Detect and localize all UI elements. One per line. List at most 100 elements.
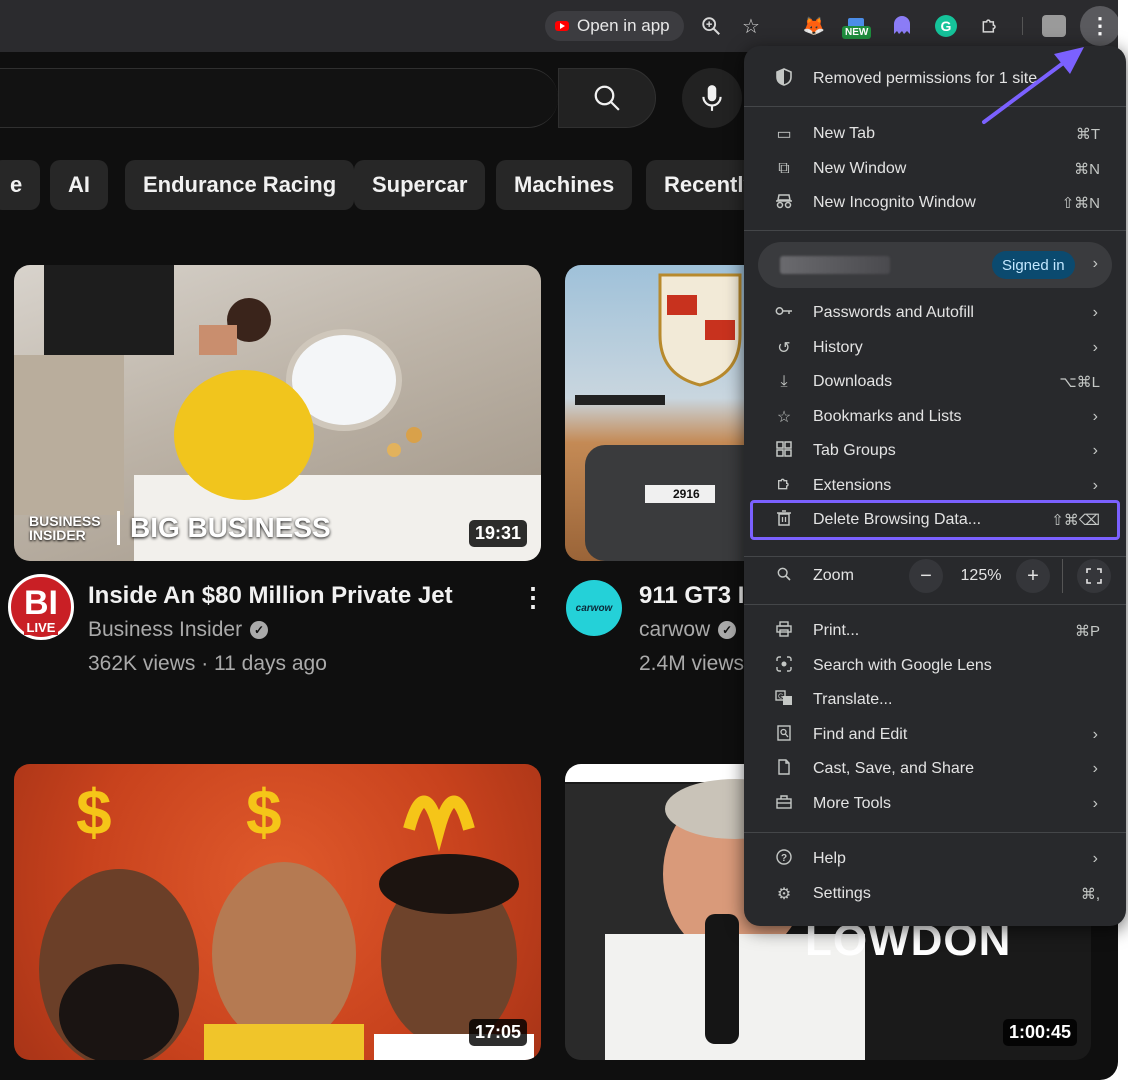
chip-filter[interactable]: e <box>0 160 41 210</box>
chevron-right-icon: › <box>1092 339 1098 356</box>
search-input[interactable] <box>0 68 558 128</box>
menu-item-passwords-autofill[interactable]: Passwords and Autofill › <box>744 296 1126 330</box>
open-in-app-button[interactable]: Open in app <box>545 11 684 41</box>
live-badge: LIVE <box>23 620 59 635</box>
menu-item-downloads[interactable]: ⤓ Downloads ⌥⌘L <box>744 365 1126 399</box>
channel-name[interactable]: carwow ✓ <box>639 618 737 642</box>
fullscreen-icon <box>1086 568 1102 584</box>
menu-kebab-icon[interactable]: ⋮ <box>1080 6 1120 46</box>
menu-item-help[interactable]: ? Help › <box>744 842 1126 876</box>
chevron-right-icon: › <box>1092 760 1098 777</box>
chevron-right-icon: › <box>1092 255 1098 272</box>
history-icon: ↺ <box>777 340 791 357</box>
video-duration: 19:31 <box>468 520 527 547</box>
bookmark-star-icon[interactable]: ☆ <box>737 12 765 40</box>
video-thumbnail[interactable]: $ $ 17:05 <box>14 764 541 1060</box>
menu-item-bookmarks-lists[interactable]: ☆ Bookmarks and Lists › <box>744 400 1126 434</box>
chrome-main-menu: Removed permissions for 1 site ▭ New Tab… <box>744 46 1126 926</box>
metamask-fox-icon[interactable]: 🦊 <box>800 12 828 40</box>
zoom-out-button[interactable]: − <box>909 559 943 593</box>
channel-name[interactable]: Business Insider ✓ <box>88 618 269 642</box>
search-button[interactable] <box>558 68 656 128</box>
video-thumbnail[interactable]: 2916 <box>565 265 765 561</box>
zoom-level: 125% <box>960 567 1002 584</box>
menu-item-cast-save-share[interactable]: Cast, Save, and Share › <box>744 752 1126 786</box>
zoom-separator <box>1062 559 1063 593</box>
new-badge: NEW <box>842 26 872 39</box>
menu-item-translate[interactable]: G Translate... <box>744 683 1126 717</box>
download-icon: ⤓ <box>780 373 788 390</box>
fullscreen-button[interactable] <box>1077 559 1111 593</box>
video-duration: 17:05 <box>468 1019 527 1046</box>
find-icon <box>774 724 794 746</box>
gear-icon: ⚙ <box>776 886 792 903</box>
menu-item-new-tab[interactable]: ▭ New Tab ⌘T <box>744 117 1126 151</box>
video-title[interactable]: Inside An $80 Million Private Jet <box>88 582 453 610</box>
chevron-right-icon: › <box>1092 442 1098 459</box>
extension-new-icon[interactable]: NEW <box>842 12 872 40</box>
microphone-icon <box>702 85 722 111</box>
chevron-right-icon: › <box>1092 726 1098 743</box>
toolbox-icon <box>774 794 794 814</box>
ghost-extension-icon[interactable] <box>888 12 916 40</box>
chip-machines[interactable]: Machines <box>496 160 633 210</box>
print-icon <box>774 620 794 642</box>
menu-item-settings[interactable]: ⚙ Settings ⌘, <box>744 877 1126 911</box>
svg-text:$: $ <box>246 776 282 848</box>
menu-item-print[interactable]: Print... ⌘P <box>744 614 1126 648</box>
video-meta: 362K views · 11 days ago <box>88 652 327 675</box>
chip-supercar[interactable]: Supercar <box>354 160 486 210</box>
account-row[interactable]: Signed in › <box>758 242 1112 288</box>
svg-text:G: G <box>778 693 783 700</box>
license-plate: 2916 <box>673 487 700 501</box>
incognito-icon <box>774 193 794 214</box>
toolbar-separator <box>1022 17 1023 35</box>
browser-toolbar: Open in app ☆ 🦊 NEW G ⋮ <box>0 0 1120 52</box>
chevron-right-icon: › <box>1092 850 1098 867</box>
new-window-icon: ⧉ <box>778 160 790 177</box>
zoom-icon[interactable] <box>697 12 725 40</box>
video-title[interactable]: 911 GT3 I <box>639 582 744 610</box>
video-options-icon[interactable]: ⋮ <box>520 582 546 613</box>
menu-item-google-lens[interactable]: Search with Google Lens <box>744 649 1126 683</box>
extensions-puzzle-icon[interactable] <box>976 12 1004 40</box>
menu-item-tab-groups[interactable]: Tab Groups › <box>744 434 1126 468</box>
menu-item-find-edit[interactable]: Find and Edit › <box>744 718 1126 752</box>
channel-avatar[interactable]: BI LIVE <box>8 574 74 640</box>
chip-endurance-racing[interactable]: Endurance Racing <box>125 160 355 210</box>
menu-divider <box>744 556 1126 557</box>
star-icon: ☆ <box>776 409 792 426</box>
menu-item-more-tools[interactable]: More Tools › <box>744 787 1126 821</box>
profile-icon[interactable] <box>1040 12 1068 40</box>
channel-avatar[interactable]: carwow <box>566 580 622 636</box>
chip-ai[interactable]: AI <box>50 160 108 210</box>
grammarly-icon[interactable]: G <box>932 12 960 40</box>
menu-divider <box>744 230 1126 231</box>
menu-item-extensions[interactable]: Extensions › <box>744 469 1126 503</box>
redacted-account-name <box>780 256 890 274</box>
zoom-in-button[interactable]: + <box>1016 559 1050 593</box>
voice-search-button[interactable] <box>682 68 742 128</box>
help-icon: ? <box>774 848 794 870</box>
menu-item-permissions-notice[interactable]: Removed permissions for 1 site <box>744 62 1126 96</box>
thumbnail-caption: BIG BUSINESS <box>130 512 331 543</box>
menu-item-new-incognito-window[interactable]: New Incognito Window ⇧⌘N <box>744 186 1126 220</box>
video-thumbnail[interactable]: BUSINESS INSIDER BIG BUSINESS 19:31 <box>14 265 541 561</box>
menu-item-history[interactable]: ↺ History › <box>744 331 1126 365</box>
highlight-annotation <box>750 500 1120 540</box>
search-icon <box>594 85 620 111</box>
svg-text:?: ? <box>781 853 787 864</box>
signed-in-badge: Signed in <box>992 251 1075 279</box>
menu-divider <box>744 832 1126 833</box>
verified-icon: ✓ <box>718 621 737 639</box>
svg-text:$: $ <box>76 776 112 848</box>
menu-divider <box>744 106 1126 107</box>
thumbnail-divider <box>117 511 120 545</box>
zoom-icon <box>774 566 794 587</box>
chevron-right-icon: › <box>1092 408 1098 425</box>
tab-groups-icon <box>774 440 794 462</box>
cast-icon <box>774 758 794 780</box>
translate-icon: G <box>774 689 794 711</box>
menu-item-new-window[interactable]: ⧉ New Window ⌘N <box>744 152 1126 186</box>
thumbnail-brand: BUSINESS INSIDER <box>29 513 101 543</box>
